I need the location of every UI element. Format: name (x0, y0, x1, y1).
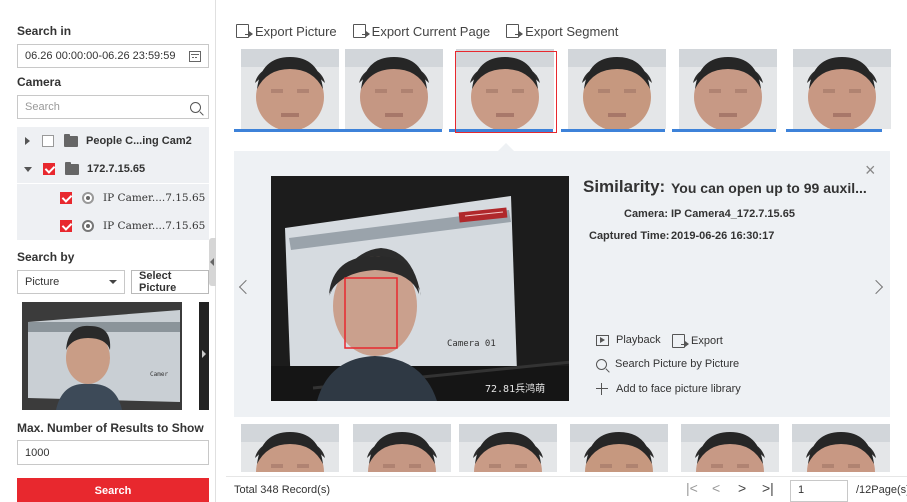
result-thumbnail[interactable] (568, 49, 666, 129)
playback-button[interactable]: Playback (596, 334, 661, 346)
export-icon (236, 24, 253, 38)
export-icon (506, 24, 524, 38)
captured-image: Camera 01 72.81兵鸿萌 (271, 176, 569, 401)
export-icon (352, 24, 370, 38)
time-range-field[interactable]: 06.26 00:00:00-06.26 23:59:59 (17, 44, 209, 68)
result-thumbnail[interactable] (679, 49, 777, 129)
search-button[interactable]: Search (17, 478, 209, 502)
checkbox[interactable] (42, 135, 54, 147)
playback-icon (596, 334, 609, 346)
close-icon[interactable]: × (865, 160, 876, 181)
svg-text:Camera 01: Camera 01 (447, 339, 496, 349)
detail-pointer (498, 143, 514, 151)
prev-page-icon[interactable]: < (712, 480, 720, 496)
expand-icon[interactable] (25, 137, 30, 145)
result-thumbnail[interactable] (459, 424, 557, 472)
export-toolbar: Export Picture Export Current Page Expor… (236, 20, 634, 42)
result-thumbnail[interactable] (792, 424, 890, 472)
thumbnail-selection-bar (338, 129, 442, 132)
export-current-page-button[interactable]: Export Current Page (352, 23, 491, 39)
playback-label: Playback (616, 334, 661, 346)
export-picture-button[interactable]: Export Picture (236, 24, 337, 39)
search-icon[interactable] (190, 101, 201, 113)
tree-item-people-counting[interactable]: People C...ing Cam2 (17, 127, 209, 155)
result-thumbnail[interactable] (241, 49, 339, 129)
result-thumbnail[interactable] (353, 424, 451, 472)
captured-time-label: Captured Time: (589, 230, 670, 242)
export-segment-button[interactable]: Export Segment (506, 24, 618, 39)
search-picture-by-picture-label: Search Picture by Picture (615, 358, 740, 370)
add-to-library-button[interactable]: Add to face picture library (596, 383, 741, 395)
export-button[interactable]: Export (672, 334, 723, 348)
camera-info-value: IP Camera4_172.7.15.65 (671, 208, 795, 220)
search-picture-preview: Camer (22, 302, 182, 410)
first-page-icon[interactable]: |< (686, 480, 698, 496)
thumbnail-selection-bar (672, 129, 776, 132)
checkbox-checked[interactable] (60, 220, 72, 232)
svg-text:Camer: Camer (150, 371, 168, 378)
export-current-page-label: Export Current Page (371, 23, 491, 39)
result-thumbnail[interactable] (570, 424, 668, 472)
tree-item-label: IP Camer....7.15.65 (103, 220, 206, 232)
camera-label: Camera (17, 75, 62, 89)
search-by-value: Picture (25, 276, 60, 288)
add-to-library-label: Add to face picture library (616, 383, 741, 395)
camera-search-placeholder: Search (25, 101, 60, 113)
max-results-label: Max. Number of Results to Show (17, 421, 204, 435)
export-segment-label: Export Segment (525, 23, 619, 39)
plus-icon (596, 383, 608, 395)
total-pages: /12Page(s) (856, 484, 907, 496)
search-by-select[interactable]: Picture (17, 270, 125, 294)
result-thumbnail[interactable] (681, 424, 779, 472)
max-results-input[interactable]: 1000 (17, 440, 209, 465)
search-panel: Search in 06.26 00:00:00-06.26 23:59:59 … (0, 0, 216, 502)
captured-picture: Camera 01 72.81兵鸿萌 (271, 176, 569, 401)
collapse-icon[interactable] (24, 166, 32, 172)
time-range-value: 06.26 00:00:00-06.26 23:59:59 (25, 50, 176, 62)
similarity-value: You can open up to 99 auxil... (671, 180, 867, 196)
preview-image: Camer (22, 302, 182, 410)
preview-next-handle[interactable] (199, 302, 209, 410)
thumbnail-selection-bar (234, 129, 338, 132)
total-records: Total 348 Record(s) (234, 484, 330, 496)
camera-icon (82, 192, 94, 204)
result-thumbnail[interactable] (241, 424, 339, 472)
result-thumbnail[interactable] (345, 49, 443, 129)
thumbnail-selection-bar (786, 129, 882, 132)
tree-item-camera-2[interactable]: IP Camer....7.15.65 (17, 212, 209, 240)
chevron-down-icon (109, 280, 117, 284)
checkbox-checked[interactable] (60, 192, 72, 204)
collapse-panel-handle[interactable] (209, 238, 216, 286)
svg-text:72.81兵鸿萌: 72.81兵鸿萌 (485, 382, 545, 395)
next-page-icon[interactable]: > (738, 480, 746, 496)
camera-search-input[interactable]: Search (17, 95, 209, 119)
max-results-value: 1000 (25, 446, 50, 459)
export-icon (672, 334, 689, 348)
search-icon (596, 358, 607, 370)
search-picture-by-picture-button[interactable]: Search Picture by Picture (596, 358, 739, 370)
camera-icon (82, 220, 94, 232)
captured-time-value: 2019-06-26 16:30:17 (671, 230, 775, 242)
result-thumbnail[interactable] (793, 49, 891, 129)
tree-item-label: IP Camer....7.15.65 (103, 192, 206, 204)
folder-icon (65, 161, 79, 175)
page-number-input[interactable]: 1 (790, 480, 848, 502)
export-picture-label: Export Picture (255, 23, 337, 39)
folder-icon (64, 133, 78, 147)
selected-thumbnail-outline (455, 51, 557, 133)
tree-item-label: People C...ing Cam2 (86, 135, 192, 147)
thumbnail-selection-bar (561, 129, 665, 132)
tree-item-172-7-15-65[interactable]: 172.7.15.65 (17, 155, 209, 183)
tree-item-camera-1[interactable]: IP Camer....7.15.65 (17, 184, 209, 212)
export-label: Export (691, 335, 723, 347)
camera-info-label: Camera: (624, 208, 669, 220)
calendar-icon[interactable] (189, 50, 201, 62)
similarity-label: Similarity: (583, 177, 666, 196)
last-page-icon[interactable]: >| (762, 480, 774, 496)
search-in-label: Search in (17, 24, 72, 38)
select-picture-button[interactable]: Select Picture (131, 270, 209, 294)
search-by-label: Search by (17, 250, 75, 264)
checkbox-checked[interactable] (43, 163, 55, 175)
tree-item-label: 172.7.15.65 (87, 163, 146, 175)
